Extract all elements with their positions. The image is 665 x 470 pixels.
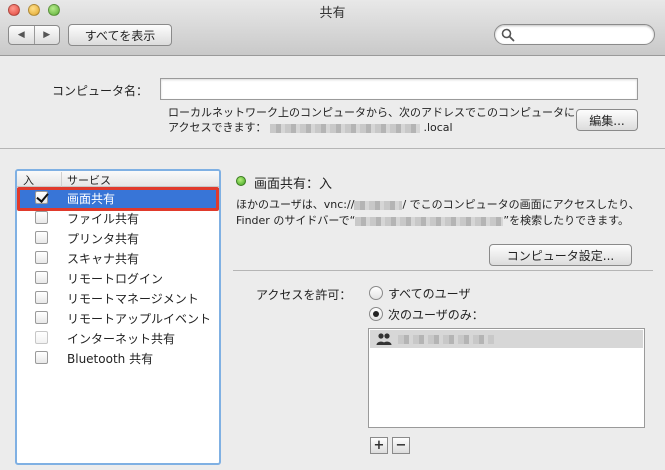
address-description: ローカルネットワーク上のコンピュータから、次のアドレスでこのコンピュータに xyxy=(168,106,575,119)
vnc-suffix: / でこのコンピュータの画面にアクセスしたり、 xyxy=(402,198,640,211)
service-checkbox[interactable] xyxy=(35,351,48,364)
service-checkbox[interactable] xyxy=(35,331,48,344)
finder-prefix: Finder のサイドバーで“ xyxy=(236,214,356,227)
finder-description: Finder のサイドバーで“ ”を検索したりできます。 xyxy=(236,212,629,228)
users-icon xyxy=(376,333,392,345)
divider xyxy=(0,148,665,149)
service-checkbox[interactable] xyxy=(35,211,48,224)
toolbar: 共有 ◀ ▶ すべてを表示 xyxy=(0,0,665,56)
divider xyxy=(233,270,653,271)
service-row[interactable]: インターネット共有 xyxy=(17,328,219,348)
allowed-users-list xyxy=(368,328,645,428)
vnc-description: ほかのユーザは、vnc:// / でこのコンピュータの画面にアクセスしたり、 xyxy=(236,196,640,212)
forward-button[interactable]: ▶ xyxy=(35,26,60,44)
service-checkbox[interactable] xyxy=(35,311,48,324)
search-icon xyxy=(501,28,515,42)
service-list: 入 サービス 画面共有 ファイル共有 プリンタ共有 スキャナ共有 リモートログイン リモー… xyxy=(15,169,221,465)
service-list-header: 入 サービス xyxy=(17,171,219,188)
access-label: アクセスを許可： xyxy=(256,288,352,302)
service-row[interactable]: リモートマネージメント xyxy=(17,288,219,308)
back-button[interactable]: ◀ xyxy=(9,26,35,44)
only-users-label[interactable]: 次のユーザのみ： xyxy=(388,306,484,323)
service-checkbox[interactable] xyxy=(35,271,48,284)
all-users-label[interactable]: すべてのユーザ xyxy=(388,285,470,302)
service-row[interactable]: スキャナ共有 xyxy=(17,248,219,268)
address-prefix: アクセスできます： xyxy=(168,121,267,134)
only-users-radio[interactable] xyxy=(369,307,383,321)
computer-name-input[interactable] xyxy=(160,78,638,100)
edit-button[interactable]: 編集... xyxy=(576,109,638,131)
service-row[interactable]: Bluetooth 共有 xyxy=(17,348,219,368)
show-all-button[interactable]: すべてを表示 xyxy=(68,24,172,46)
list-item[interactable] xyxy=(370,330,643,348)
search-input[interactable] xyxy=(517,26,649,43)
finder-suffix: ”を検索したりできます。 xyxy=(503,214,629,227)
back-forward-control: ◀ ▶ xyxy=(8,25,60,45)
column-header-on[interactable]: 入 xyxy=(23,172,34,188)
service-checkbox[interactable] xyxy=(35,291,48,304)
service-checkbox[interactable] xyxy=(35,251,48,264)
annotation-highlight-box xyxy=(17,187,219,211)
service-rows: 画面共有 ファイル共有 プリンタ共有 スキャナ共有 リモートログイン リモートマネージメン… xyxy=(17,188,219,368)
computer-settings-button[interactable]: コンピュータ設定... xyxy=(489,244,632,266)
search-field[interactable] xyxy=(494,24,655,45)
service-label: リモートアップルイベント xyxy=(67,312,212,326)
service-label: スキャナ共有 xyxy=(67,252,140,266)
redacted-user-name xyxy=(398,335,494,344)
service-label: ファイル共有 xyxy=(67,212,140,226)
sharing-window: 共有 ◀ ▶ すべてを表示 コンピュータ名： ローカルネットワーク上のコンピュー… xyxy=(0,0,665,470)
service-status: 画面共有：入 xyxy=(254,177,333,192)
address-line: アクセスできます： .local xyxy=(168,119,453,135)
redacted-address xyxy=(354,200,403,210)
service-checkbox[interactable] xyxy=(35,231,48,244)
service-row[interactable]: ファイル共有 xyxy=(17,208,219,228)
service-row[interactable]: プリンタ共有 xyxy=(17,228,219,248)
status-indicator-icon xyxy=(236,176,246,186)
address-suffix: .local xyxy=(423,121,453,134)
window-title: 共有 xyxy=(319,6,346,21)
service-row[interactable]: リモートログイン xyxy=(17,268,219,288)
service-label: Bluetooth 共有 xyxy=(67,352,154,366)
add-user-button[interactable]: + xyxy=(370,437,388,454)
remove-user-button[interactable]: − xyxy=(392,437,410,454)
redacted-hostname xyxy=(269,123,420,133)
service-label: リモートマネージメント xyxy=(67,292,199,306)
column-header-service[interactable]: サービス xyxy=(61,172,111,188)
service-label: プリンタ共有 xyxy=(67,232,140,246)
vnc-prefix: ほかのユーザは、vnc:// xyxy=(236,198,355,211)
redacted-computer-name xyxy=(355,216,504,226)
service-label: インターネット共有 xyxy=(67,332,176,346)
service-row[interactable]: リモートアップルイベント xyxy=(17,308,219,328)
computer-name-label: コンピュータ名： xyxy=(52,84,149,98)
all-users-radio[interactable] xyxy=(369,286,383,300)
service-label: リモートログイン xyxy=(67,272,164,286)
